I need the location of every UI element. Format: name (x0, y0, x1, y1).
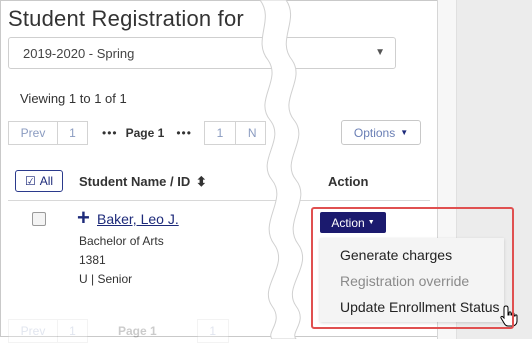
highlight-box (311, 207, 514, 329)
